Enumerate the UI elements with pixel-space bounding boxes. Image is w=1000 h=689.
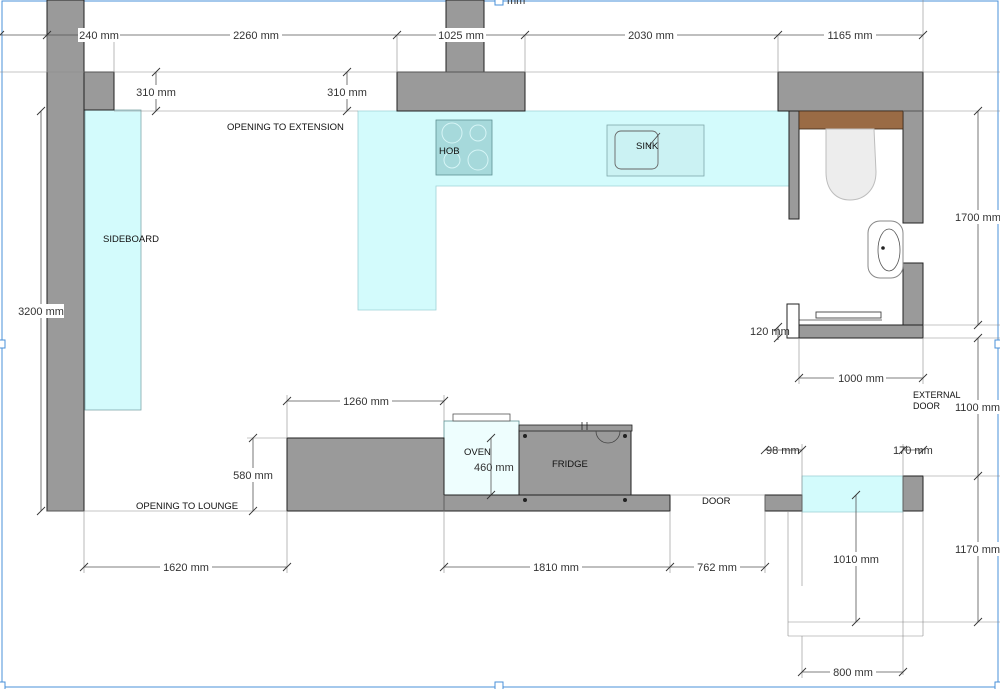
dim-bottom-460: 460 mm [474, 462, 514, 474]
label-sideboard: SIDEBOARD [103, 234, 159, 245]
label-external-door-line2: DOOR [913, 401, 941, 411]
dim-top-240: 240 mm [79, 30, 119, 42]
label-fridge: FRIDGE [552, 459, 588, 470]
dim-door-800: 800 mm [833, 667, 873, 679]
sideboard-counter[interactable] [84, 109, 142, 411]
basin-bowl [877, 228, 901, 272]
label-sink: SINK [636, 141, 659, 152]
label-opening-extension: OPENING TO EXTENSION [227, 122, 344, 133]
door-landing [801, 475, 904, 513]
dim-top-2260: 2260 mm [233, 30, 279, 42]
label-hob: HOB [439, 146, 460, 157]
resize-handle[interactable] [0, 339, 6, 349]
left-wall-stub [83, 71, 115, 111]
label-door: DOOR [702, 496, 731, 507]
dim-top-1025: 1025 mm [438, 30, 484, 42]
right-side-wall-lower [902, 262, 924, 326]
bottom-wall-sill [443, 494, 671, 512]
toilet-icon[interactable] [825, 128, 877, 201]
bathroom-bottom-wall [798, 324, 924, 339]
dim-right-1000: 1000 mm [838, 373, 884, 385]
dim-door-1170: 1170 mm [955, 544, 1000, 556]
bottom-counter-block [286, 437, 445, 512]
oven-handle [452, 413, 511, 422]
dim-bottom-762: 762 mm [697, 562, 737, 574]
dim-right-1700: 1700 mm [955, 212, 1000, 224]
floor-plan: 240 mm 2260 mm 1025 mm 2030 mm 1165 mm m… [0, 0, 1000, 689]
resize-handle[interactable] [994, 681, 1000, 689]
center-wall [396, 71, 526, 112]
oven[interactable] [443, 420, 520, 496]
dim-right-1100: 1100 mm [955, 402, 1000, 414]
dim-bottom-1810: 1810 mm [533, 562, 579, 574]
resize-handle[interactable] [494, 681, 504, 689]
radiator [815, 311, 882, 319]
dim-door-170: 170 mm [893, 445, 933, 457]
label-external-door-line1: EXTERNAL [913, 390, 961, 400]
dim-door-1010: 1010 mm [833, 554, 879, 566]
label-oven: OVEN [464, 447, 491, 458]
dim-bottom-1620: 1620 mm [163, 562, 209, 574]
dim-bottom-580: 580 mm [233, 470, 273, 482]
dim-door-98: 98 mm [766, 445, 800, 457]
door-right-jamb [902, 475, 924, 512]
dim-left-310: 310 mm [136, 87, 176, 99]
resize-handle[interactable] [994, 339, 1000, 349]
label-opening-lounge: OPENING TO LOUNGE [136, 501, 238, 512]
left-wall [46, 0, 85, 512]
dim-top-1165: 1165 mm [827, 30, 872, 42]
resize-handle[interactable] [494, 0, 504, 6]
kitchen-l-counter[interactable] [357, 110, 790, 311]
right-side-wall-upper [902, 110, 924, 224]
bathroom-shelf [798, 110, 904, 130]
dim-bottom-1260: 1260 mm [343, 396, 389, 408]
dim-top-cut: mm [507, 0, 525, 7]
door-left-jamb [764, 494, 803, 512]
dim-left-3200: 3200 mm [18, 306, 64, 318]
dim-right-120: 120 mm [750, 326, 790, 338]
right-top-wall [777, 71, 924, 112]
dim-top-2030: 2030 mm [628, 30, 674, 42]
bathroom-partition [788, 110, 800, 220]
resize-handle[interactable] [0, 681, 6, 689]
dim-mid-310: 310 mm [327, 87, 367, 99]
